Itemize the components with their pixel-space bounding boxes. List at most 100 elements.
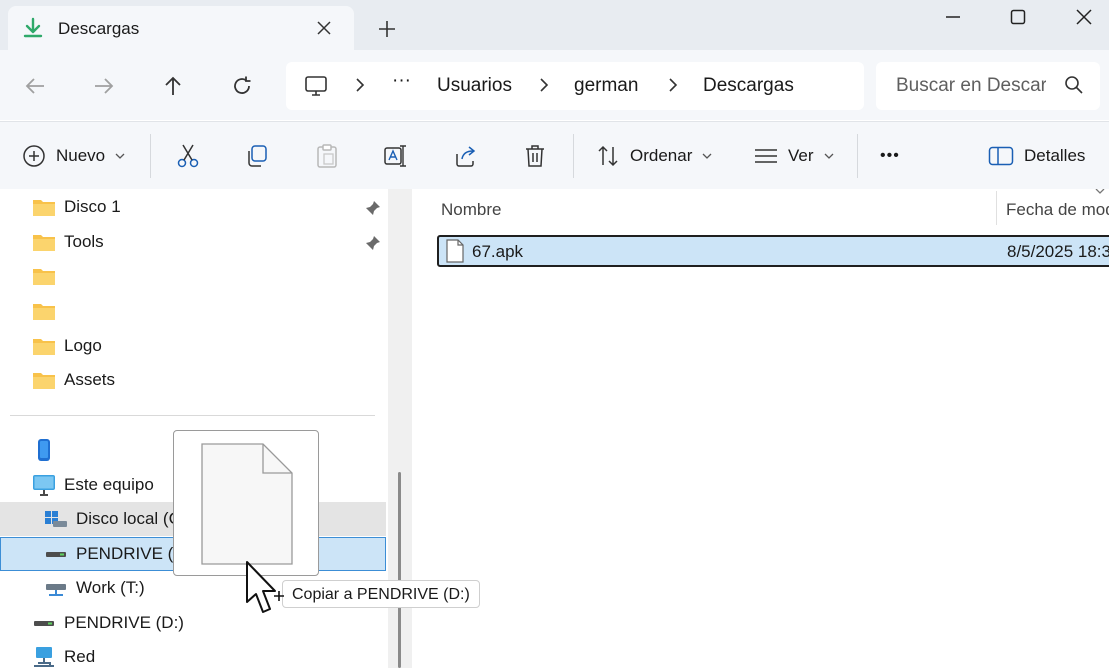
sidebar-item-este-equipo[interactable]: Este equipo [32,468,154,502]
sidebar-item-assets[interactable]: Assets [32,363,115,397]
file-list: Nombre Fecha de modificación 67.apk 8/5/… [412,189,1109,668]
sort-icon [598,145,618,167]
search-icon[interactable] [1064,75,1084,95]
computer-icon [32,474,58,496]
chevron-right-icon [356,78,365,92]
copy-button[interactable] [245,134,269,178]
sidebar-item-work-t[interactable]: Work (T:) [44,571,145,605]
search-box[interactable] [876,62,1100,110]
drag-tooltip-text: Copiar a PENDRIVE (D:) [292,586,470,603]
local-disk-icon [44,508,70,530]
chevron-down-icon [115,153,125,159]
toolbar-separator [573,134,574,178]
sidebar-item-phone[interactable] [32,433,64,467]
close-window-button[interactable] [1051,0,1109,34]
refresh-icon [234,76,251,94]
plus-circle-icon [23,145,45,167]
view-button[interactable]: Ver [754,134,834,178]
clipboard-icon [317,144,337,168]
plus-icon [379,21,395,37]
column-header-name[interactable]: Nombre [441,200,501,220]
sidebar-item-label: Logo [64,336,102,355]
usb-drive-icon [44,543,70,565]
minimize-button[interactable] [920,0,986,34]
navigation-bar: ··· Usuarios german Descargas [0,50,1109,120]
sidebar-item-logo[interactable]: Logo [32,329,102,363]
copy-icon [248,145,267,167]
tab-title: Descargas [58,19,140,38]
sidebar-item-disco-local[interactable]: Disco local (C:) [44,502,191,536]
drag-tooltip: Copiar a PENDRIVE (D:) [282,580,480,608]
maximize-button[interactable] [985,0,1051,34]
address-bar[interactable]: ··· Usuarios german Descargas [286,62,864,110]
sort-button[interactable]: Ordenar [596,134,712,178]
rename-button[interactable] [383,134,409,178]
trash-icon [526,145,544,167]
new-button[interactable]: Nuevo [22,134,125,178]
chevron-down-icon [702,153,712,159]
delete-button[interactable] [523,134,547,178]
folder-icon [32,265,58,287]
breadcrumb-overflow[interactable]: ··· [392,70,411,92]
sidebar-item-pendrive-d-2[interactable]: PENDRIVE (D:) [32,606,184,640]
sidebar-item-label: Work (T:) [76,578,145,597]
column-separator[interactable] [996,191,997,225]
sidebar-divider [10,415,375,416]
chevron-right-icon [540,78,549,92]
toolbar-separator [857,134,858,178]
new-button-label: Nuevo [56,146,106,165]
toolbar-separator [150,134,151,178]
back-button[interactable] [17,68,53,104]
phone-icon [32,439,58,461]
sidebar-item-folder-3[interactable] [32,259,64,293]
sidebar-item-disco-1[interactable]: Disco 1 [32,190,121,224]
arrow-left-icon [25,78,44,94]
monitor-icon [305,76,327,96]
close-icon [1076,9,1092,25]
sidebar-item-label: Este equipo [64,475,154,494]
download-icon [23,17,43,38]
new-tab-button[interactable] [372,14,402,44]
tab-descargas[interactable]: Descargas [8,6,354,50]
minimize-icon [946,16,960,18]
breadcrumb-usuarios[interactable]: Usuarios [437,75,512,97]
folder-icon [32,196,58,218]
breadcrumb-descargas[interactable]: Descargas [703,75,794,97]
details-pane-label: Detalles [1024,146,1086,165]
title-bar: Descargas [0,0,1109,50]
up-button[interactable] [155,68,191,104]
scissors-icon [177,144,199,168]
sidebar-scrollbar[interactable] [398,472,401,668]
share-icon [456,146,476,167]
more-options-button[interactable]: ••• [880,134,900,178]
breadcrumb-german[interactable]: german [574,75,638,97]
sort-button-label: Ordenar [630,146,693,165]
sidebar-item-tools[interactable]: Tools [32,225,104,259]
chevron-right-icon [669,78,678,92]
column-header-date[interactable]: Fecha de modificación [1006,200,1109,220]
search-input[interactable] [896,74,1046,98]
forward-button[interactable] [86,68,122,104]
pin-icon[interactable] [365,235,381,251]
arrow-right-icon [95,78,114,94]
file-name: 67.apk [472,242,524,261]
sidebar-item-label: Red [64,647,96,666]
cut-button[interactable] [176,134,200,178]
command-bar: Nuevo Ordenar Ver ••• Detalles [0,121,1109,189]
rename-icon [384,145,406,167]
share-button[interactable] [453,134,479,178]
sidebar-item-label: Disco 1 [64,197,121,216]
paste-button[interactable] [315,134,339,178]
close-tab-button[interactable] [310,14,338,42]
folder-icon [32,300,58,322]
sidebar-item-label: PENDRIVE (D:) [64,613,184,632]
details-pane-button[interactable]: Detalles [988,134,1085,178]
sidebar-item-red[interactable]: Red [32,640,95,668]
pin-icon[interactable] [365,200,381,216]
sidebar-item-folder-4[interactable] [32,294,64,328]
refresh-button[interactable] [224,68,260,104]
drag-preview [173,430,319,576]
folder-icon [32,335,58,357]
file-row[interactable]: 67.apk 8/5/2025 18:30 [437,235,1109,267]
sidebar-item-label: Assets [64,370,116,389]
